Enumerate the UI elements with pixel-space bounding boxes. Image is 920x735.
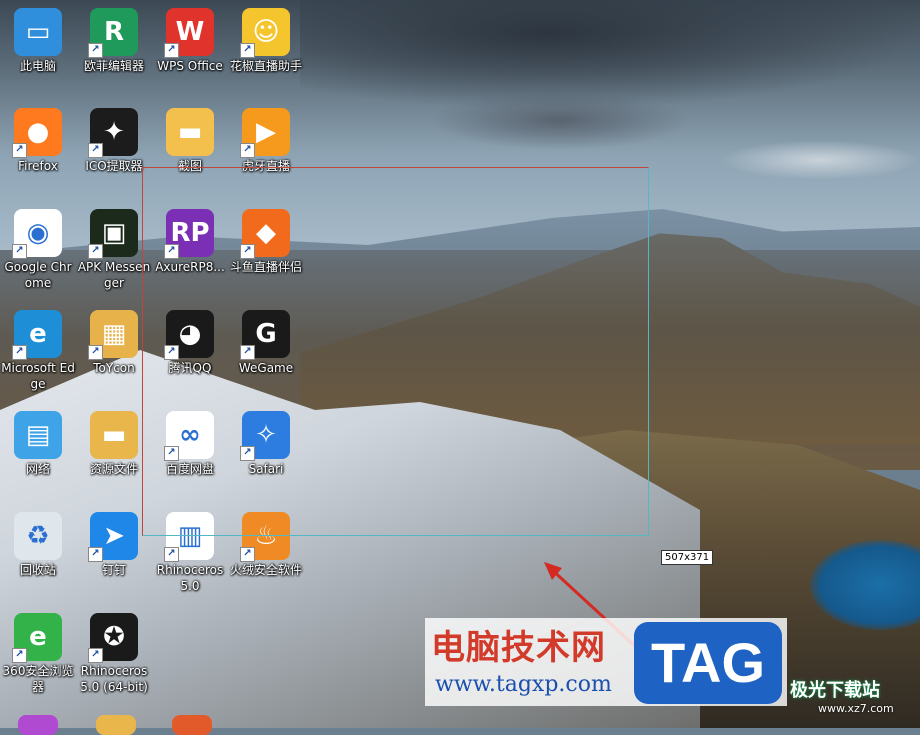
selection-rectangle[interactable] (142, 167, 649, 536)
desktop-icon-label: 资源文件 (89, 462, 138, 476)
watermark-title: 电脑技术网 (431, 628, 606, 668)
desktop-icon-label: 火绒安全软件 (229, 563, 302, 577)
icon-glyph: ▭ (25, 17, 51, 47)
rhino-64-icon: ✪ ↗ (88, 613, 138, 663)
computer-icon: ▭ (14, 8, 62, 56)
icon-glyph: ▤ (25, 420, 51, 450)
partial-icon[interactable] (172, 715, 212, 735)
desktop-icon[interactable]: ◉ ↗ Google Chrome (0, 201, 76, 301)
site-watermark-url: www.xz7.com (818, 702, 894, 715)
desktop-icon[interactable]: W ↗ WPS Office (152, 0, 228, 100)
huajiao-icon: ☺ ↗ (240, 8, 290, 58)
desktop-icon[interactable]: e ↗ 360安全浏览器 (0, 605, 76, 705)
desktop-icon[interactable]: ✪ ↗ Rhinoceros 5.0 (64-bit) (76, 605, 152, 705)
wallpaper-cloud-light (720, 140, 920, 180)
desktop-icon[interactable]: ▤ 网络 (0, 403, 76, 503)
desktop-icon[interactable]: ☺ ↗ 花椒直播助手 (228, 0, 304, 100)
ico-extractor-icon: ✦ ↗ (88, 108, 138, 158)
desktop-icon[interactable]: R ↗ 欧菲编辑器 (76, 0, 152, 100)
desktop-icon[interactable]: ▦ ↗ ToYcon (76, 302, 152, 402)
360-browser-icon: e ↗ (12, 613, 62, 663)
desktop-icon-label: WPS Office (157, 59, 223, 73)
apk-messenger-icon: ▣ ↗ (88, 209, 138, 259)
desktop-icon-label: 回收站 (19, 563, 56, 577)
desktop-icon[interactable]: ▭ 此电脑 (0, 0, 76, 100)
desktop-icon-label: ToYcon (93, 361, 135, 375)
shortcut-arrow-icon: ↗ (164, 547, 179, 562)
shortcut-arrow-icon: ↗ (12, 244, 27, 259)
desktop-icon[interactable]: ♻ 回收站 (0, 504, 76, 604)
recycle-bin-icon: ♻ (14, 512, 62, 560)
firefox-icon: ● ↗ (12, 108, 62, 158)
oufei-editor-icon: R ↗ (88, 8, 138, 58)
watermark-url: www.tagxp.com (435, 672, 612, 697)
desktop-icon[interactable]: ▬ 资源文件 (76, 403, 152, 503)
desktop-icon[interactable]: ● ↗ Firefox (0, 100, 76, 200)
huya-icon: ▶ ↗ (240, 108, 290, 158)
desktop-icon-label: APK Messenger (77, 260, 151, 290)
desktop-icon-label: 欧菲编辑器 (83, 59, 144, 73)
desktop-icon[interactable]: e ↗ Microsoft Edge (0, 302, 76, 402)
partial-icon[interactable] (18, 715, 58, 735)
shortcut-arrow-icon: ↗ (240, 43, 255, 58)
icon-glyph: ▬ (177, 117, 203, 147)
edge-icon: e ↗ (12, 310, 62, 360)
wallpaper-cloud (430, 90, 690, 150)
desktop-icon-label: Firefox (18, 159, 58, 173)
desktop-icon-label: Rhinoceros 5.0 (156, 563, 224, 593)
dingtalk-icon: ➤ ↗ (88, 512, 138, 562)
desktop-icon[interactable]: ▣ ↗ APK Messenger (76, 201, 152, 301)
shortcut-arrow-icon: ↗ (88, 345, 103, 360)
shortcut-arrow-icon: ↗ (12, 345, 27, 360)
desktop-icon-label: 网络 (25, 462, 50, 476)
shortcut-arrow-icon: ↗ (164, 43, 179, 58)
network-icon: ▤ (14, 411, 62, 459)
desktop-icon-label: 此电脑 (19, 59, 56, 73)
icon-glyph: ♻ (26, 521, 50, 551)
shortcut-arrow-icon: ↗ (12, 648, 27, 663)
desktop-icon-label: 360安全浏览器 (2, 664, 74, 694)
desktop-icon[interactable]: ✦ ↗ ICO提取器 (76, 100, 152, 200)
desktop-icon-label: ICO提取器 (85, 159, 143, 173)
desktop-icon-label: 钉钉 (101, 563, 126, 577)
selection-size-readout: 507x371 (661, 550, 714, 565)
desktop-icon-label: Google Chrome (4, 260, 72, 290)
toycon-icon: ▦ ↗ (88, 310, 138, 360)
shortcut-arrow-icon: ↗ (88, 43, 103, 58)
folder-icon: ▬ (166, 108, 214, 156)
icon-glyph: ▬ (101, 420, 127, 450)
partial-icon[interactable] (96, 715, 136, 735)
tag-logo: TAG (634, 622, 782, 704)
wps-icon: W ↗ (164, 8, 214, 58)
desktop-icon[interactable]: ➤ ↗ 钉钉 (76, 504, 152, 604)
shortcut-arrow-icon: ↗ (12, 143, 27, 158)
shortcut-arrow-icon: ↗ (88, 648, 103, 663)
site-watermark: 极光下载站 (790, 680, 880, 701)
shortcut-arrow-icon: ↗ (240, 547, 255, 562)
chrome-icon: ◉ ↗ (12, 209, 62, 259)
shortcut-arrow-icon: ↗ (88, 143, 103, 158)
desktop-icon-label: 花椒直播助手 (229, 59, 302, 73)
desktop-icon-label: Microsoft Edge (1, 361, 75, 391)
folder-icon: ▬ (90, 411, 138, 459)
shortcut-arrow-icon: ↗ (88, 547, 103, 562)
shortcut-arrow-icon: ↗ (88, 244, 103, 259)
shortcut-arrow-icon: ↗ (240, 143, 255, 158)
desktop-icon-label: Rhinoceros 5.0 (64-bit) (80, 664, 148, 694)
